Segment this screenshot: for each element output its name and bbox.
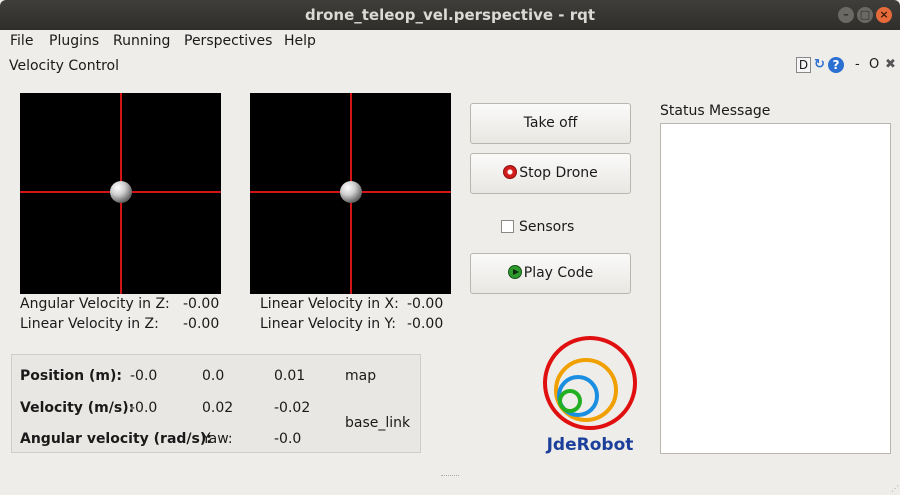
panel-title: Velocity Control xyxy=(9,58,119,74)
jderobot-logo: JdeRobot xyxy=(543,336,637,455)
logo-text: JdeRobot xyxy=(546,435,634,455)
stop-icon xyxy=(503,165,518,179)
close-icon[interactable]: × xyxy=(876,7,892,23)
linear-xy-pad[interactable] xyxy=(250,93,451,294)
velocity-y-value: 0.02 xyxy=(202,400,234,416)
play-code-label: Play Code xyxy=(523,265,594,281)
window-title: drone_teleop_vel.perspective - rqt xyxy=(304,6,596,24)
status-message-textarea[interactable] xyxy=(660,123,891,454)
stop-drone-label: Stop Drone xyxy=(519,165,598,181)
position-frame: map xyxy=(345,368,377,384)
linear-y-label: Linear Velocity in Y: xyxy=(260,316,396,332)
yaw-label: Yaw: xyxy=(202,431,233,447)
velocity-label: Velocity (m/s): xyxy=(20,400,135,416)
stop-drone-button[interactable]: Stop Drone xyxy=(470,153,631,194)
linear-z-label: Linear Velocity in Z: xyxy=(20,316,159,332)
menu-running[interactable]: Running xyxy=(113,33,170,49)
joystick-knob[interactable] xyxy=(340,181,362,203)
angular-linear-z-pad[interactable] xyxy=(20,93,221,294)
play-icon xyxy=(507,265,522,279)
joystick-knob[interactable] xyxy=(110,181,132,203)
position-x-value: -0.0 xyxy=(130,368,158,384)
menu-perspectives[interactable]: Perspectives xyxy=(184,33,272,49)
linear-x-value: -0.00 xyxy=(407,296,444,312)
velocity-z-value: -0.02 xyxy=(274,400,311,416)
linear-z-value: -0.00 xyxy=(183,316,220,332)
reload-icon[interactable]: ↻ xyxy=(812,57,827,73)
sensors-label[interactable]: Sensors xyxy=(519,219,574,235)
position-y-value: 0.0 xyxy=(202,368,225,384)
menu-help[interactable]: Help xyxy=(284,33,316,49)
help-icon[interactable]: ? xyxy=(828,57,844,73)
window-titlebar[interactable]: drone_teleop_vel.perspective - rqt – □ × xyxy=(0,0,900,30)
status-message-label: Status Message xyxy=(660,103,771,119)
float-panel-icon[interactable]: O xyxy=(869,57,879,72)
angular-z-label: Angular Velocity in Z: xyxy=(20,296,170,312)
linear-x-label: Linear Velocity in X: xyxy=(260,296,399,312)
position-z-value: 0.01 xyxy=(274,368,306,384)
yaw-value: -0.0 xyxy=(274,431,302,447)
angular-z-value: -0.00 xyxy=(183,296,220,312)
position-label: Position (m): xyxy=(20,368,122,384)
take-off-button[interactable]: Take off xyxy=(470,103,631,144)
menubar: File Plugins Running Perspectives Help xyxy=(0,30,900,52)
logo-green-ring xyxy=(558,389,582,413)
take-off-label: Take off xyxy=(523,115,578,131)
menu-plugins[interactable]: Plugins xyxy=(49,33,99,49)
linear-y-value: -0.00 xyxy=(407,316,444,332)
velocity-x-value: -0.0 xyxy=(130,400,158,416)
sensors-checkbox[interactable] xyxy=(501,220,514,233)
maximize-icon[interactable]: □ xyxy=(857,7,873,23)
play-code-button[interactable]: Play Code xyxy=(470,253,631,294)
splitter-handle[interactable] xyxy=(441,475,459,477)
minimize-panel-icon[interactable]: - xyxy=(855,57,860,72)
close-panel-icon[interactable]: ✖ xyxy=(885,57,896,72)
resize-grip-icon[interactable]: ⋰ xyxy=(891,484,899,493)
menu-file[interactable]: File xyxy=(10,33,33,49)
dock-d-icon[interactable]: D xyxy=(796,57,811,73)
velocity-frame: base_link xyxy=(345,415,411,431)
minimize-icon[interactable]: – xyxy=(838,7,854,23)
angular-velocity-label: Angular velocity (rad/s): xyxy=(20,431,212,447)
